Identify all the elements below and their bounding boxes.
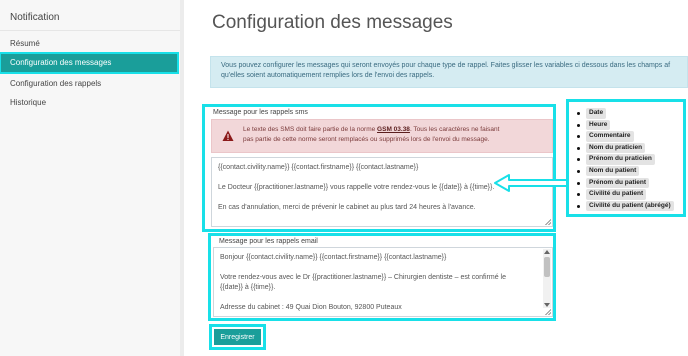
warning-icon <box>222 130 234 141</box>
sidebar-border <box>180 0 184 356</box>
bullet-icon <box>577 169 580 173</box>
email-line-address: Adresse du cabinet : 49 Quai Dion Bouton… <box>220 304 402 311</box>
alert-text-suffix: . Tous les caractères ne faisant <box>409 126 500 133</box>
variable-chip-heure[interactable]: Heure <box>586 119 611 131</box>
resize-grip-icon[interactable] <box>545 219 551 225</box>
sms-alert: Le texte des SMS doit faire partie de la… <box>211 119 553 153</box>
variable-chip-prenom-praticien[interactable]: Prénom du praticien <box>586 154 655 165</box>
sidebar-item-resume[interactable]: Résumé <box>10 39 40 48</box>
save-button-highlight: Enregistrer <box>209 324 266 350</box>
bullet-icon <box>577 181 580 185</box>
sms-line-greeting: {{contact.civility.name}} {{contact.firs… <box>218 164 419 171</box>
variables-panel: Date Heure Commentaire Nom du praticien … <box>566 99 686 217</box>
sms-textarea[interactable]: {{contact.civility.name}} {{contact.firs… <box>211 157 553 227</box>
info-text-line1: Vous pouvez configurer les messages qui … <box>221 62 671 69</box>
save-button[interactable]: Enregistrer <box>214 329 261 345</box>
scroll-up-icon[interactable] <box>544 250 550 254</box>
info-box: Vous pouvez configurer les messages qui … <box>210 56 688 88</box>
bullet-icon <box>577 193 580 197</box>
bullet-icon <box>577 204 580 208</box>
variable-chip-nom-praticien[interactable]: Nom du praticien <box>586 142 646 154</box>
sidebar-item-configuration-rappels[interactable]: Configuration des rappels <box>10 79 101 88</box>
info-text-line2: qu'elles soient automatiquement remplies… <box>221 72 435 79</box>
email-line-greeting: Bonjour {{contact.civility.name}} {{cont… <box>220 254 447 261</box>
scroll-thumb[interactable] <box>544 257 550 277</box>
email-textarea[interactable]: Bonjour {{contact.civility.name}} {{cont… <box>213 247 553 317</box>
sms-label: Message pour les rappels sms <box>213 109 308 116</box>
variable-chip-civilite-patient[interactable]: Civilité du patient <box>586 189 647 200</box>
email-line-confirmation: Votre rendez-vous avec le Dr {{practitio… <box>220 274 506 281</box>
bullet-icon <box>577 158 580 162</box>
alert-text-prefix: Le texte des SMS doit faire partie de la… <box>243 126 378 133</box>
bullet-icon <box>577 112 580 115</box>
bullet-icon <box>577 135 580 139</box>
resize-grip-icon[interactable] <box>545 309 551 315</box>
variable-chip-nom-patient[interactable]: Nom du patient <box>586 165 640 177</box>
sms-line-reminder: Le Docteur {{practitioner.lastname}} vou… <box>218 184 495 191</box>
drag-arrow-icon <box>494 174 570 192</box>
alert-text-line2: pas partie de cette norme seront remplac… <box>243 136 490 143</box>
variable-chip-civilite-abregee[interactable]: Civilité du patient (abrégé) <box>586 200 674 212</box>
sidebar: Notification Résumé Configuration des me… <box>0 0 180 356</box>
sidebar-title: Notification <box>10 12 60 23</box>
alert-text: Le texte des SMS doit faire partie de la… <box>243 125 543 145</box>
variable-chip-prenom-patient[interactable]: Prénom du patient <box>586 177 650 189</box>
email-scrollbar[interactable] <box>543 249 551 308</box>
variable-chip-date[interactable]: Date <box>586 108 607 119</box>
bullet-icon <box>577 123 580 127</box>
variable-chip-commentaire[interactable]: Commentaire <box>586 131 634 142</box>
sms-line-cancellation: En cas d'annulation, merci de prévenir l… <box>218 204 476 211</box>
sidebar-item-configuration-messages[interactable]: Configuration des messages <box>0 52 179 74</box>
email-line-datetime: {{date}} à {{time}}. <box>220 284 276 291</box>
email-label: Message pour les rappels email <box>219 238 318 245</box>
scroll-down-icon[interactable] <box>544 303 550 307</box>
page-title: Configuration des messages <box>212 12 453 33</box>
sidebar-item-historique[interactable]: Historique <box>10 98 46 107</box>
gsm-norm-link[interactable]: GSM 03.38 <box>377 126 410 133</box>
bullet-icon <box>577 146 580 150</box>
sidebar-divider <box>0 30 180 31</box>
